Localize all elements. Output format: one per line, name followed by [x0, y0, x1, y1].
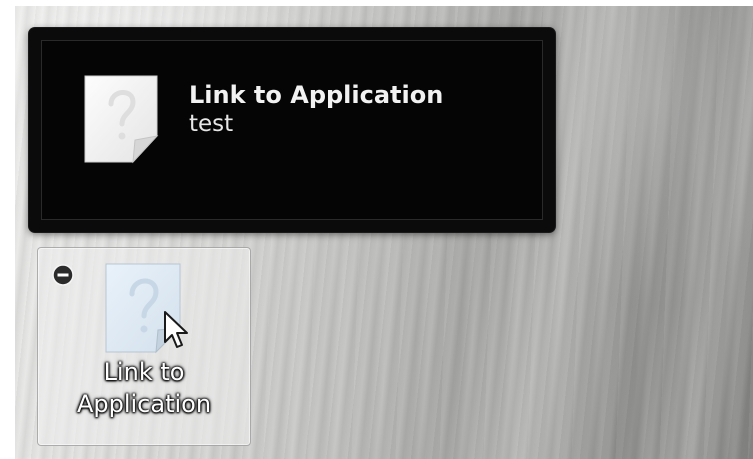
desktop-icon-label: Link to Application: [38, 356, 250, 420]
tooltip-subtitle: test: [189, 111, 234, 137]
unknown-file-icon: [83, 74, 159, 164]
label-line-2: Application: [76, 390, 212, 418]
desktop-icon-link-to-application[interactable]: Link to Application: [37, 247, 251, 446]
label-line-1: Link to: [103, 358, 185, 386]
item-tooltip: Link to Application test: [29, 28, 555, 232]
desktop-background: Link to Application test Link to Applica…: [15, 6, 753, 459]
tooltip-title: Link to Application: [189, 81, 444, 109]
pointer-cursor-icon: [162, 310, 192, 354]
remove-minus-icon[interactable]: [52, 264, 74, 286]
